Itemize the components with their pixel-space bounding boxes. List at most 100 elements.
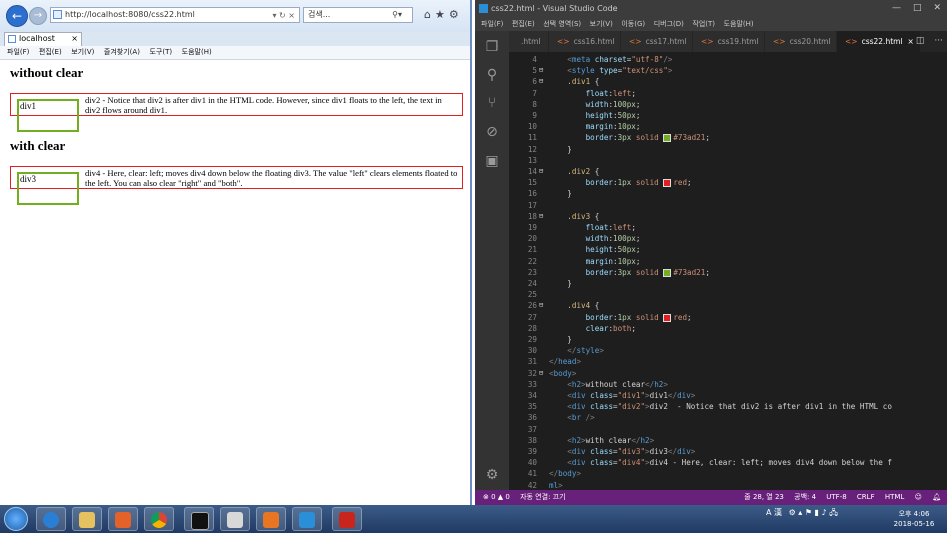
code-line[interactable]: <style type="text/css"> [549,66,672,75]
tab-css19[interactable]: <> css19.html [693,31,765,52]
minimize-icon[interactable]: — [892,3,901,13]
search-input[interactable]: 검색... ⚲▾ [303,7,413,23]
fold-icon[interactable]: ⊟ [539,369,547,377]
code-line[interactable]: } [549,279,572,288]
back-button[interactable]: ← [6,5,28,27]
chrome-taskbar-icon[interactable] [144,507,174,531]
search-icon[interactable]: ⚲ [484,67,500,83]
color-swatch[interactable] [663,268,672,277]
explorer-taskbar-icon[interactable] [72,507,102,531]
cursor-position[interactable]: 줄 28, 열 23 [744,493,784,501]
bell-icon[interactable]: 🔔︎ [932,493,941,501]
menu-tools[interactable]: 도구(T) [149,46,172,59]
start-button[interactable] [4,507,28,531]
vs-menu-tasks[interactable]: 작업(T) [692,17,715,31]
menu-edit[interactable]: 편집(E) [39,46,62,59]
search-icon[interactable]: ⚲▾ [392,8,402,22]
code-line[interactable]: .div4 { [549,301,599,310]
language-mode[interactable]: HTML [885,493,904,501]
tab-css16[interactable]: <> css16.html [549,31,621,52]
vs-menu-view[interactable]: 보기(V) [590,17,613,31]
code-line[interactable]: margin:10px; [549,122,641,131]
code-line[interactable]: width:100px; [549,100,641,109]
source-control-icon[interactable]: ⑂ [484,95,500,111]
tray-icons[interactable]: ⚙ ▴ ⚑ ▮ ♪ 🖧︎ [789,508,839,517]
ie-taskbar-icon[interactable] [36,507,66,531]
code-line[interactable]: <div class="div1">div1</div> [549,391,695,400]
code-line[interactable]: <div class="div3">div3</div> [549,447,695,456]
code-line[interactable]: ml> [549,481,563,490]
code-line[interactable]: .div2 { [549,167,599,176]
app-taskbar-icon[interactable] [256,507,286,531]
java-taskbar-icon[interactable] [220,507,250,531]
minimap[interactable] [919,52,947,490]
more-icon[interactable]: ··· [934,36,943,46]
menu-favorites[interactable]: 즐겨찾기(A) [104,46,140,59]
explorer-icon[interactable]: ❐ [484,39,500,55]
code-line[interactable]: </body> [549,469,581,478]
maximize-icon[interactable]: □ [913,3,922,13]
fold-icon[interactable]: ⊟ [539,301,547,309]
ime-indicator[interactable]: A 漢 [766,508,782,517]
color-swatch[interactable] [663,179,672,188]
code-line[interactable]: border:3px solid #73ad21; [549,268,710,277]
code-line[interactable]: border:3px solid #73ad21; [549,133,710,143]
code-line[interactable]: clear:both; [549,324,636,333]
vs-menu-go[interactable]: 이동(G) [621,17,645,31]
media-player-taskbar-icon[interactable] [108,507,138,531]
vs-menu-debug[interactable]: 디버그(D) [654,17,684,31]
code-line[interactable]: border:1px solid red; [549,178,692,188]
vscode-taskbar-icon[interactable] [292,507,322,531]
menu-view[interactable]: 보기(V) [71,46,94,59]
vs-menu-selection[interactable]: 선택 영역(S) [543,17,581,31]
gear-icon[interactable]: ⚙ [484,467,500,483]
tab-html[interactable]: .html [509,31,549,52]
smiley-icon[interactable]: ☺ [915,493,922,501]
close-window-icon[interactable]: ✕ [933,3,941,13]
vs-menu-edit[interactable]: 편집(E) [512,17,535,31]
vs-menu-help[interactable]: 도움말(H) [724,17,754,31]
debug-icon[interactable]: ⊘ [484,124,500,140]
browser-tab[interactable]: localhost × [4,32,82,46]
problems-indicator[interactable]: ⊗ 0 ▲ 0 [483,493,510,501]
split-editor-icon[interactable]: ◫ [916,36,925,46]
code-line[interactable]: <h2>without clear</h2> [549,380,668,389]
cmd-taskbar-icon[interactable] [184,507,214,531]
code-line[interactable]: <h2>with clear</h2> [549,436,654,445]
code-line[interactable]: <div class="div2">div2 - Notice that div… [549,402,892,411]
close-icon[interactable]: × [71,33,78,45]
code-line[interactable]: <body> [549,369,576,378]
color-swatch[interactable] [663,134,672,143]
indentation[interactable]: 공백: 4 [794,493,816,501]
address-input[interactable]: http://localhost:8080/css22.html ▾ ↻ × [50,7,300,23]
encoding[interactable]: UTF-8 [826,493,846,501]
menu-help[interactable]: 도움말(H) [182,46,212,59]
fold-icon[interactable]: ⊟ [539,212,547,220]
code-line[interactable]: height:50px; [549,111,641,120]
code-line[interactable]: float:left; [549,89,636,98]
fold-icon[interactable]: ⊟ [539,77,547,85]
code-line[interactable]: float:left; [549,223,636,232]
code-line[interactable]: } [549,145,572,154]
line-ending[interactable]: CRLF [857,493,875,501]
code-line[interactable]: </style> [549,346,604,355]
code-line[interactable]: .div3 { [549,212,599,221]
filezilla-taskbar-icon[interactable] [332,507,362,531]
menu-file[interactable]: 파일(F) [7,46,29,59]
code-line[interactable]: <div class="div4">div4 - Here, clear: le… [549,458,892,467]
tab-css20[interactable]: <> css20.html [765,31,837,52]
auto-connect-status[interactable]: 자동 연결: 끄기 [520,493,565,501]
code-line[interactable]: </head> [549,357,581,366]
code-line[interactable]: border:1px solid red; [549,313,692,322]
forward-button[interactable]: → [29,7,47,25]
home-icon[interactable]: ⌂ [424,8,431,21]
code-line[interactable]: } [549,189,572,198]
fold-icon[interactable]: ⊟ [539,66,547,74]
fold-icon[interactable]: ⊟ [539,167,547,175]
code-line[interactable]: margin:10px; [549,257,641,266]
code-line[interactable]: <br /> [549,413,594,422]
code-line[interactable]: .div1 { [549,77,599,86]
code-line[interactable]: <meta charset="utf-8"/> [549,55,672,64]
vs-menu-file[interactable]: 파일(F) [481,17,503,31]
code-line[interactable]: width:100px; [549,234,641,243]
